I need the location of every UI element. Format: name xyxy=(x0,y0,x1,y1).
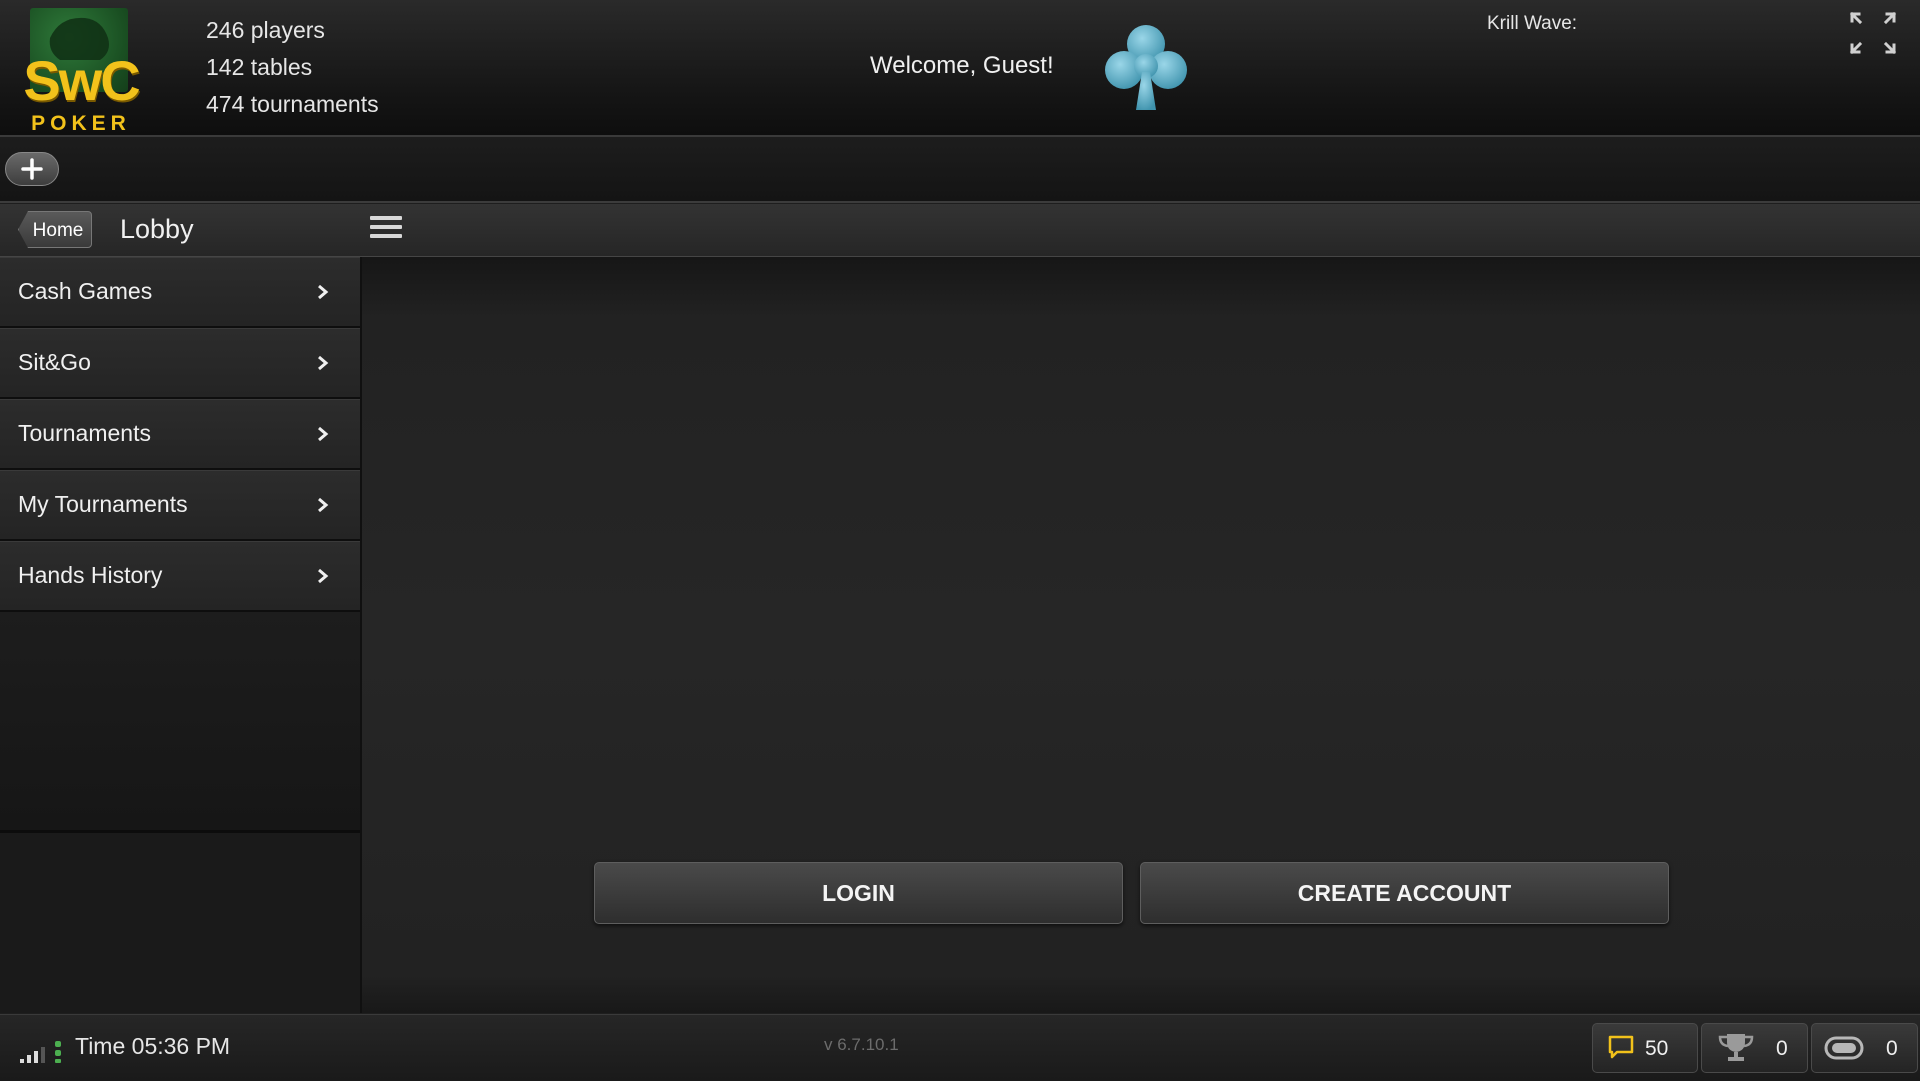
chevron-right-icon xyxy=(318,497,329,513)
swc-poker-logo: SwC POKER xyxy=(20,8,141,135)
chat-bubble-icon xyxy=(1608,1035,1634,1059)
add-tab-button[interactable] xyxy=(5,152,59,186)
sidebar-item-label: Sit&Go xyxy=(18,349,91,375)
open-tables-counter-button[interactable]: 0 xyxy=(1811,1023,1918,1073)
trophy-counter-button[interactable]: 0 xyxy=(1701,1023,1808,1073)
krill-wave-label: Krill Wave: xyxy=(1487,13,1578,34)
version-label: v 6.7.10.1 xyxy=(824,1035,899,1054)
hamburger-menu-icon[interactable] xyxy=(370,216,402,244)
sidebar-item-my-tournaments[interactable]: My Tournaments xyxy=(0,470,360,541)
chevron-right-icon xyxy=(318,568,329,584)
menu-line xyxy=(370,216,402,220)
chat-count: 50 xyxy=(1645,1037,1669,1060)
tables-count: 142 tables xyxy=(206,54,313,80)
status-bar: Time 05:36 PM v 6.7.10.1 50 0 0 xyxy=(0,1014,1920,1081)
logo-subtext: POKER xyxy=(31,112,131,135)
top-header: SwC POKER 246 players 142 tables 474 tou… xyxy=(0,0,1920,137)
menu-line xyxy=(370,234,402,238)
sidebar-item-label: My Tournaments xyxy=(18,491,188,517)
connection-signal-icon xyxy=(20,1041,61,1063)
login-button[interactable]: LOGIN xyxy=(594,862,1123,924)
sidebar-item-label: Tournaments xyxy=(18,420,151,446)
sidebar-empty-panel xyxy=(0,612,360,833)
club-suit-icon xyxy=(1105,25,1187,110)
lobby-sidebar: Cash Games Sit&Go Tournaments My Tournam… xyxy=(0,257,362,1013)
clock-display: Time 05:36 PM xyxy=(75,1033,231,1059)
chevron-right-icon xyxy=(318,426,329,442)
chat-counter-button[interactable]: 50 xyxy=(1592,1023,1698,1073)
plus-icon xyxy=(21,158,43,180)
logo-text: SwC xyxy=(23,49,140,112)
sidebar-item-label: Cash Games xyxy=(18,278,153,304)
sidebar-item-hands-history[interactable]: Hands History xyxy=(0,541,360,612)
sidebar-item-tournaments[interactable]: Tournaments xyxy=(0,399,360,470)
tournaments-count: 474 tournaments xyxy=(206,91,379,117)
main-content: LOGIN CREATE ACCOUNT xyxy=(362,257,1920,1013)
sidebar-item-label: Hands History xyxy=(18,562,163,588)
tab-bar xyxy=(0,137,1920,203)
trophy-icon xyxy=(1718,1034,1754,1061)
poker-table-icon xyxy=(1824,1036,1864,1060)
page-title: Lobby xyxy=(120,214,194,244)
open-tables-count: 0 xyxy=(1886,1037,1898,1060)
welcome-message: Welcome, Guest! xyxy=(870,52,1054,79)
sidebar-item-sit-and-go[interactable]: Sit&Go xyxy=(0,328,360,399)
create-account-button[interactable]: CREATE ACCOUNT xyxy=(1140,862,1669,924)
trophy-count: 0 xyxy=(1776,1037,1788,1060)
lobby-bar: Home Lobby xyxy=(0,204,1920,257)
sidebar-item-cash-games[interactable]: Cash Games xyxy=(0,257,360,328)
menu-line xyxy=(370,225,402,229)
home-button[interactable]: Home xyxy=(18,211,92,248)
lobby-stats: 246 players 142 tables 474 tournaments xyxy=(206,12,379,123)
chevron-right-icon xyxy=(318,355,329,371)
chevron-right-icon xyxy=(318,284,329,300)
fullscreen-toggle-icon[interactable] xyxy=(1848,10,1898,56)
players-count: 246 players xyxy=(206,17,325,43)
